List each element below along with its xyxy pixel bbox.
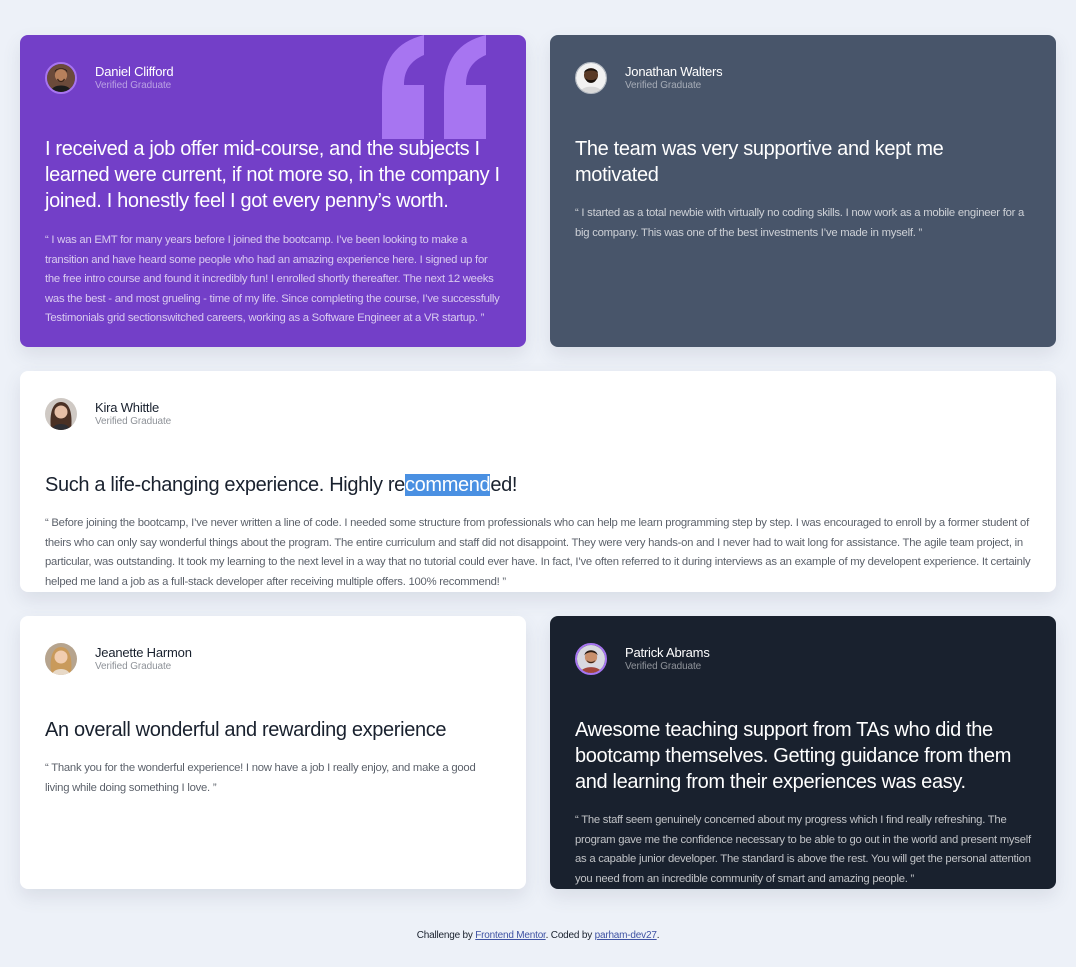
- attribution-suffix: .: [656, 930, 660, 941]
- avatar: [45, 398, 77, 430]
- testimonial-headline: The team was very supportive and kept me…: [575, 138, 944, 186]
- attribution: Challenge by Frontend Mentor. Coded by p…: [0, 929, 1076, 943]
- testimonial-card-kira: Kira Whittle Verified Graduate Such a li…: [20, 371, 1056, 592]
- author-name: Jonathan Walters: [625, 64, 723, 79]
- testimonial-body: “ I was an EMT for many years before I j…: [45, 234, 500, 324]
- author-status: Verified Graduate: [95, 661, 172, 672]
- author-name: Kira Whittle: [95, 400, 160, 415]
- testimonial-card-jeanette: Jeanette Harmon Verified Graduate An ove…: [20, 616, 526, 889]
- selected-text-highlight[interactable]: commend: [404, 474, 491, 496]
- avatar: [45, 643, 77, 675]
- testimonial-headline: I received a job offer mid-course, and t…: [45, 138, 500, 212]
- testimonial-headline: Such a life-changing experience. Highly …: [45, 472, 1031, 498]
- headline-text-end: ed!: [490, 474, 518, 496]
- testimonial-card-patrick: Patrick Abrams Verified Graduate Awesome…: [550, 616, 1056, 889]
- avatar: [575, 62, 607, 94]
- testimonial-headline: An overall wonderful and rewarding exper…: [45, 719, 447, 741]
- author-info: Patrick Abrams Verified Graduate: [575, 641, 1031, 677]
- testimonial-body: “ Before joining the bootcamp, I’ve neve…: [45, 517, 1031, 588]
- testimonial-card-jonathan: Jonathan Walters Verified Graduate The t…: [550, 35, 1056, 347]
- author-status: Verified Graduate: [95, 416, 172, 427]
- author-status: Verified Graduate: [625, 661, 702, 672]
- author-github-link[interactable]: parham-dev27: [595, 930, 657, 941]
- attribution-middle: . Coded by: [545, 930, 595, 941]
- author-info: Jonathan Walters Verified Graduate: [575, 60, 1031, 96]
- author-info: Daniel Clifford Verified Graduate: [45, 60, 501, 96]
- testimonial-headline: Awesome teaching support from TAs who di…: [575, 719, 1012, 793]
- attribution-prefix: Challenge by: [416, 930, 476, 941]
- testimonial-card-daniel: Daniel Clifford Verified Graduate I rece…: [20, 35, 526, 347]
- author-name: Patrick Abrams: [625, 645, 710, 660]
- frontend-mentor-link[interactable]: Frontend Mentor: [475, 930, 546, 941]
- author-info: Jeanette Harmon Verified Graduate: [45, 641, 501, 677]
- testimonial-body: “ Thank you for the wonderful experience…: [45, 762, 476, 794]
- author-status: Verified Graduate: [95, 80, 172, 91]
- testimonial-body: “ I started as a total newbie with virtu…: [575, 207, 1025, 239]
- avatar: [45, 62, 77, 94]
- avatar: [575, 643, 607, 675]
- author-name: Daniel Clifford: [95, 64, 174, 79]
- author-name: Jeanette Harmon: [95, 645, 192, 660]
- author-info: Kira Whittle Verified Graduate: [45, 396, 1031, 432]
- author-status: Verified Graduate: [625, 80, 702, 91]
- headline-text: Such a life-changing experience. Highly …: [45, 474, 405, 496]
- testimonial-body: “ The staff seem genuinely concerned abo…: [575, 814, 1031, 885]
